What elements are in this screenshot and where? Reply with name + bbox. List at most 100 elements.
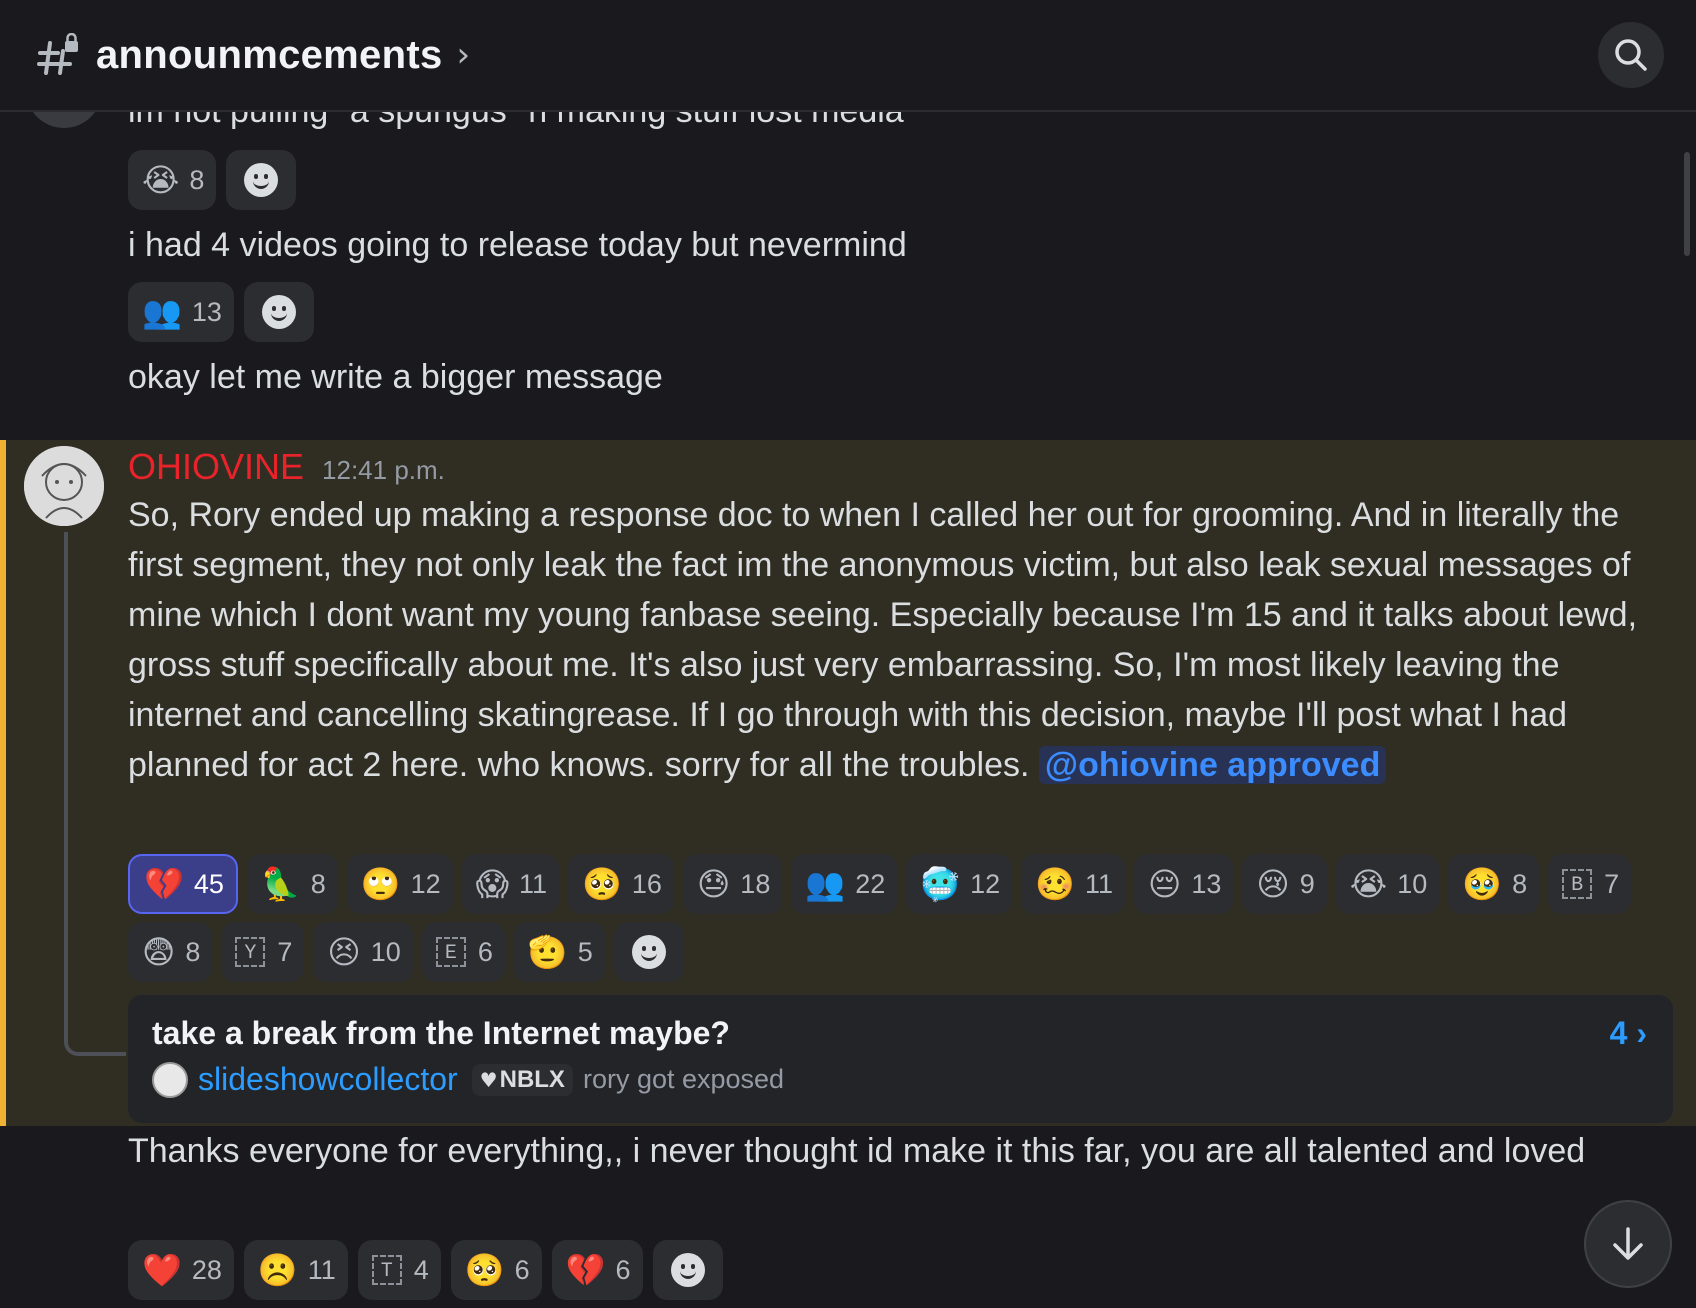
message-text: So, Rory ended up making a response doc …	[128, 496, 1638, 784]
reaction-emoji: 😣	[327, 933, 361, 971]
reaction-emoji: 😭	[1349, 865, 1388, 903]
add-reaction-button[interactable]	[613, 922, 684, 982]
reaction-button[interactable]: 😢 9	[1242, 854, 1327, 914]
reaction-button[interactable]: ❤️ 28	[128, 1240, 234, 1300]
reaction-count: 8	[310, 868, 326, 899]
add-reaction-button[interactable]	[652, 1240, 723, 1300]
reaction-button[interactable]: 🫡 5	[513, 922, 605, 982]
reaction-button[interactable]: 🥶 12	[906, 854, 1013, 914]
reaction-emoji: 💔	[565, 1251, 606, 1289]
reaction-count: 13	[1191, 868, 1222, 899]
reaction-count: 6	[514, 1254, 530, 1285]
reaction-emoji: 🥺	[582, 865, 622, 903]
reaction-bar: ❤️ 28 ☹️ 11 T 4 🥺 6 💔 6	[128, 1240, 723, 1300]
reaction-button[interactable]: 👥 22	[791, 854, 898, 914]
reaction-count: 13	[191, 296, 222, 327]
reaction-count: 12	[410, 868, 441, 899]
reaction-button[interactable]: 🥺 16	[568, 854, 674, 914]
reaction-count: 4	[413, 1254, 429, 1285]
reaction-count: 6	[615, 1254, 631, 1285]
reaction-button[interactable]: B7	[1548, 854, 1632, 914]
thread-last-message: slideshowcollector ♥NBLX rory got expose…	[152, 1061, 784, 1098]
reaction-count: 7	[1604, 868, 1620, 899]
reaction-button[interactable]: 🥴 11	[1021, 854, 1125, 914]
thread-user-name[interactable]: slideshowcollector	[198, 1061, 458, 1098]
add-reaction-icon	[261, 295, 296, 329]
reaction-emoji: 👥	[142, 293, 182, 331]
reaction-button[interactable]: 😭 8	[128, 150, 217, 210]
reaction-button[interactable]: 😭 10	[1335, 854, 1440, 914]
reaction-button[interactable]: 💔 45	[128, 854, 238, 914]
reaction-button[interactable]: 🥹 8	[1448, 854, 1540, 914]
reaction-button[interactable]: Y7	[221, 922, 305, 982]
author-name[interactable]: OHIOVINE	[128, 446, 304, 488]
chevron-right-icon[interactable]: ›	[457, 35, 471, 75]
channel-header: announmcements ›	[0, 0, 1696, 112]
thread-user-avatar	[152, 1061, 188, 1098]
reaction-button[interactable]: 💔 6	[551, 1240, 643, 1300]
timestamp: 12:41 p.m.	[322, 455, 445, 485]
message-header: OHIOVINE 12:41 p.m.	[128, 446, 445, 488]
add-reaction-button[interactable]	[243, 282, 314, 342]
reaction-emoji: 🦜	[260, 865, 301, 903]
reaction-emoji: 🥺	[464, 1251, 505, 1289]
reaction-count: 6	[477, 936, 493, 967]
channel-name[interactable]: announmcements	[96, 33, 443, 78]
add-reaction-button[interactable]	[226, 150, 297, 210]
reaction-count: 8	[1512, 868, 1528, 899]
reaction-count: 12	[970, 868, 1001, 899]
message-text: i had 4 videos going to release today bu…	[128, 226, 907, 264]
heart-icon: ♥	[479, 1067, 498, 1092]
message-text: Thanks everyone for everything,, i never…	[128, 1132, 1586, 1170]
reaction-count: 8	[189, 164, 205, 195]
reaction-button[interactable]: 😨 8	[128, 922, 213, 982]
reaction-count: 11	[1084, 868, 1113, 899]
reaction-count: 10	[370, 936, 401, 967]
reaction-button[interactable]: 🥺 6	[450, 1240, 542, 1300]
reaction-letter-emoji: E	[435, 937, 466, 967]
reaction-count: 18	[740, 868, 771, 899]
jump-to-present-button[interactable]	[1584, 1200, 1672, 1288]
thread-preview[interactable]: take a break from the Internet maybe? 4 …	[128, 995, 1673, 1123]
reaction-button[interactable]: ☹️ 11	[243, 1240, 348, 1300]
reaction-emoji: 💔	[144, 865, 184, 903]
reaction-emoji: ❤️	[142, 1251, 182, 1289]
thread-title: take a break from the Internet maybe?	[152, 1015, 730, 1051]
reaction-letter-emoji: Y	[235, 937, 266, 967]
reaction-button[interactable]: 😓 18	[682, 854, 783, 914]
search-button[interactable]	[1598, 22, 1664, 88]
server-tag: ♥NBLX	[471, 1063, 573, 1096]
reaction-button[interactable]: T4	[357, 1240, 441, 1300]
reaction-emoji: 🫡	[527, 933, 568, 971]
role-mention[interactable]: @ohiovine approved	[1038, 746, 1387, 784]
arrow-down-icon	[1613, 1227, 1643, 1260]
reaction-button[interactable]: 🙄 12	[346, 854, 453, 914]
reaction-emoji: 😢	[1256, 865, 1290, 903]
reaction-button[interactable]: E6	[421, 922, 505, 982]
server-tag-label: NBLX	[499, 1065, 565, 1093]
message-body: So, Rory ended up making a response doc …	[128, 490, 1668, 790]
thread-message-count[interactable]: 4 ›	[1610, 1015, 1647, 1052]
search-icon	[1615, 39, 1647, 71]
message-feed: im not pulling "a spungus" n making stuf…	[0, 0, 1696, 1308]
thread-last-message-text: rory got exposed	[582, 1064, 785, 1094]
reaction-emoji: 🥶	[920, 865, 961, 903]
reaction-button[interactable]: 😣 10	[313, 922, 413, 982]
reaction-bar: 👥 13	[128, 282, 314, 342]
scrollbar[interactable]	[1684, 152, 1690, 256]
reaction-count: 45	[193, 868, 224, 899]
reaction-letter-emoji: T	[371, 1255, 402, 1285]
reaction-emoji: 😭	[142, 161, 180, 199]
author-avatar[interactable]	[24, 446, 104, 526]
reaction-emoji: 😓	[696, 865, 731, 903]
reaction-button[interactable]: 🦜 8	[246, 854, 338, 914]
reaction-emoji: 👥	[805, 865, 846, 903]
reaction-button[interactable]: 😱 11	[461, 854, 560, 914]
reaction-count: 22	[855, 868, 886, 899]
reaction-count: 8	[185, 936, 201, 967]
reaction-count: 7	[277, 936, 293, 967]
reaction-letter-emoji: B	[1562, 869, 1593, 899]
thread-connector	[64, 532, 126, 1056]
reaction-button[interactable]: 😔 13	[1134, 854, 1234, 914]
reaction-button[interactable]: 👥 13	[128, 282, 234, 342]
